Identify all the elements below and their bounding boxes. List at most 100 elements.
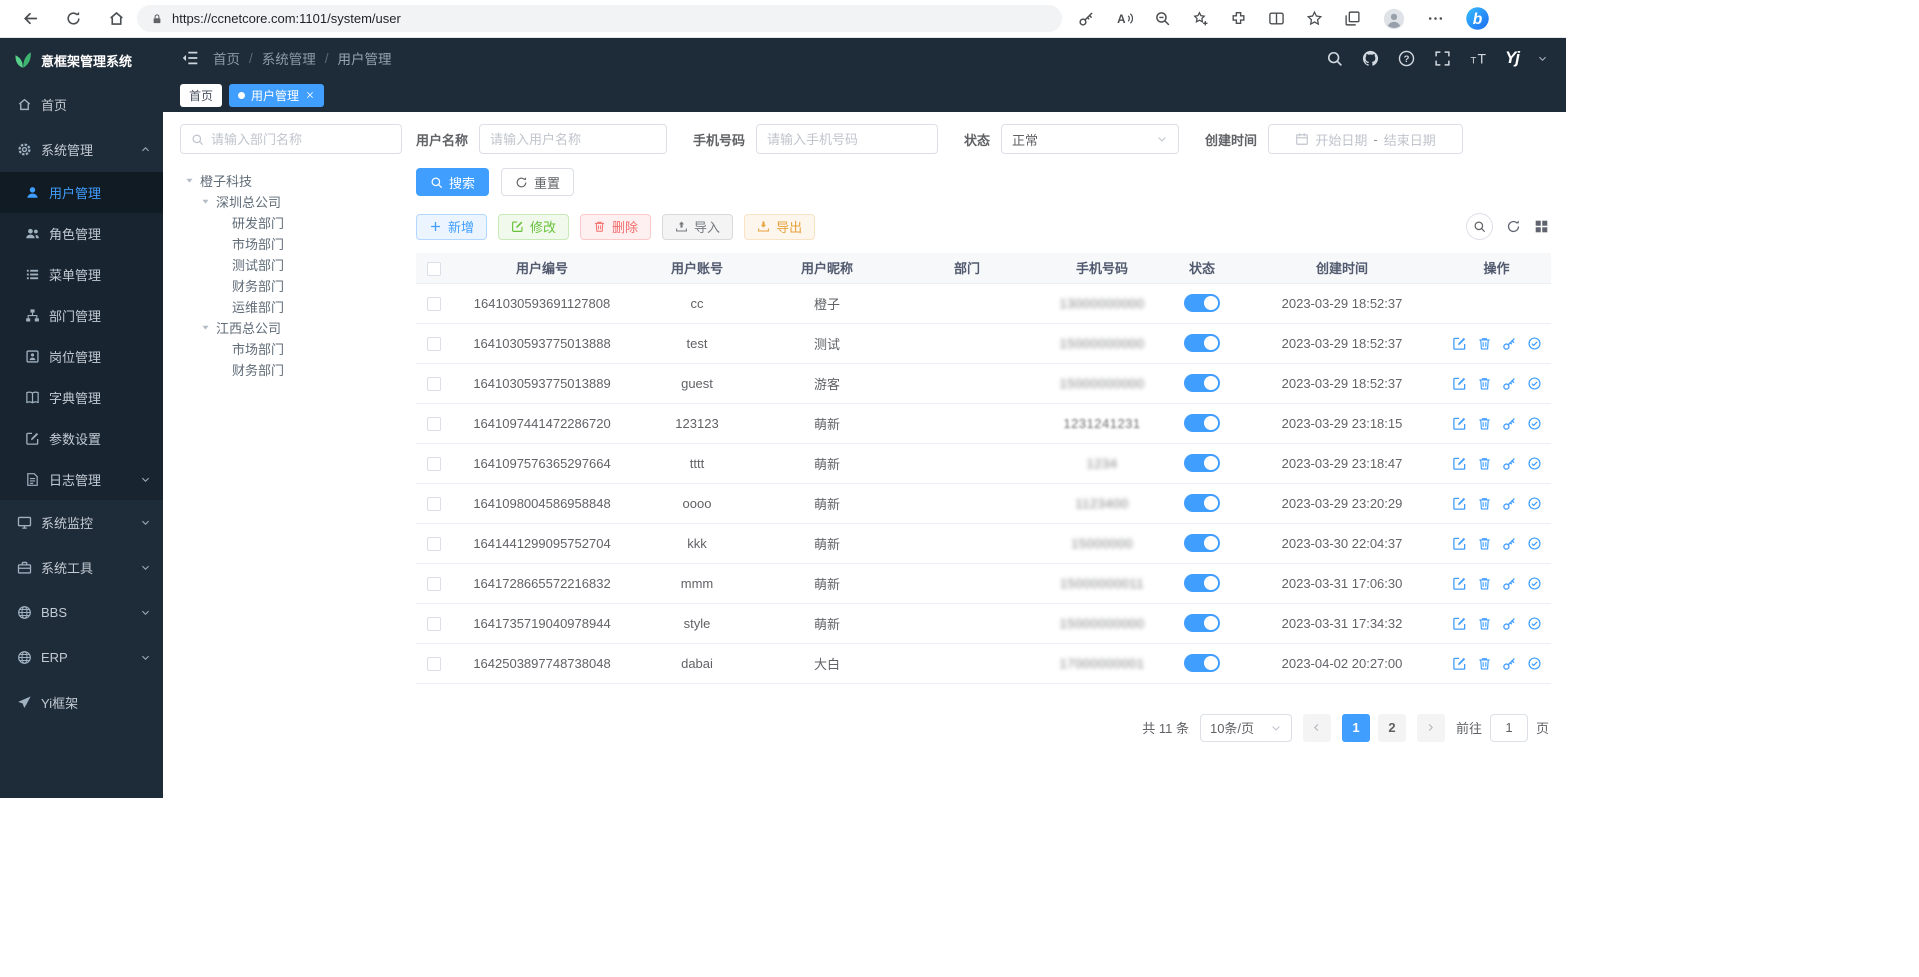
delete-action-icon[interactable] (1477, 456, 1492, 471)
delete-action-icon[interactable] (1477, 536, 1492, 551)
tab-home[interactable]: 首页 (180, 84, 222, 107)
assign-role-icon[interactable] (1527, 376, 1542, 391)
assign-role-icon[interactable] (1527, 336, 1542, 351)
delete-action-icon[interactable] (1477, 416, 1492, 431)
tree-node[interactable]: 市场部门 (180, 233, 402, 254)
assign-role-icon[interactable] (1527, 656, 1542, 671)
sidebar-item-home[interactable]: 首页 (0, 82, 163, 127)
row-checkbox[interactable] (427, 497, 441, 511)
sidebar-item-log-management[interactable]: 日志管理 (0, 459, 163, 500)
row-checkbox[interactable] (427, 337, 441, 351)
edit-action-icon[interactable] (1452, 496, 1467, 511)
row-checkbox[interactable] (427, 297, 441, 311)
sidebar-item-dept-management[interactable]: 部门管理 (0, 295, 163, 336)
row-checkbox[interactable] (427, 537, 441, 551)
user-avatar-logo[interactable]: Yj (1505, 48, 1519, 68)
tree-node[interactable]: 财务部门 (180, 359, 402, 380)
collections-icon[interactable] (1344, 10, 1361, 27)
tree-node[interactable]: 深圳总公司 (180, 191, 402, 212)
tree-node[interactable]: 橙子科技 (180, 170, 402, 191)
add-button[interactable]: 新增 (416, 214, 487, 240)
reset-password-icon[interactable] (1502, 376, 1517, 391)
delete-action-icon[interactable] (1477, 336, 1492, 351)
delete-button[interactable]: 删除 (580, 214, 651, 240)
puzzle-icon[interactable] (1230, 10, 1247, 27)
status-toggle[interactable] (1184, 614, 1220, 632)
tree-node[interactable]: 江西总公司 (180, 317, 402, 338)
sidebar-item-system-monitor[interactable]: 系统监控 (0, 500, 163, 545)
sidebar-item-system-management[interactable]: 系统管理 (0, 127, 163, 172)
assign-role-icon[interactable] (1527, 416, 1542, 431)
export-button[interactable]: 导出 (744, 214, 815, 240)
assign-role-icon[interactable] (1527, 576, 1542, 591)
question-icon[interactable]: ? (1398, 50, 1415, 67)
row-checkbox[interactable] (427, 657, 441, 671)
edit-action-icon[interactable] (1452, 376, 1467, 391)
reset-password-icon[interactable] (1502, 416, 1517, 431)
username-input[interactable] (490, 132, 656, 147)
reset-password-icon[interactable] (1502, 336, 1517, 351)
edit-action-icon[interactable] (1452, 656, 1467, 671)
fullscreen-icon[interactable] (1434, 50, 1451, 67)
row-checkbox[interactable] (427, 377, 441, 391)
row-checkbox[interactable] (427, 577, 441, 591)
tree-node[interactable]: 财务部门 (180, 275, 402, 296)
delete-action-icon[interactable] (1477, 656, 1492, 671)
tree-node[interactable]: 测试部门 (180, 254, 402, 275)
refresh-table-icon[interactable] (1506, 219, 1521, 234)
import-button[interactable]: 导入 (662, 214, 733, 240)
prev-page-button[interactable] (1303, 714, 1331, 742)
page-size-select[interactable]: 10条/页 (1200, 714, 1292, 742)
edit-action-icon[interactable] (1452, 616, 1467, 631)
reset-password-icon[interactable] (1502, 536, 1517, 551)
home-icon[interactable] (108, 10, 125, 27)
delete-action-icon[interactable] (1477, 616, 1492, 631)
sidebar-item-param-settings[interactable]: 参数设置 (0, 418, 163, 459)
create-time-range-picker[interactable]: 开始日期 - 结束日期 (1268, 124, 1463, 154)
github-icon[interactable] (1362, 50, 1379, 67)
status-toggle[interactable] (1184, 374, 1220, 392)
goto-page-input[interactable] (1490, 714, 1528, 742)
address-bar[interactable]: https://ccnetcore.com:1101/system/user (137, 5, 1062, 32)
status-toggle[interactable] (1184, 454, 1220, 472)
page-button-2[interactable]: 2 (1378, 714, 1406, 742)
modify-button[interactable]: 修改 (498, 214, 569, 240)
page-button-1[interactable]: 1 (1342, 714, 1370, 742)
tab-user-management[interactable]: 用户管理 (229, 84, 324, 107)
tree-node[interactable]: 市场部门 (180, 338, 402, 359)
sidebar-item-role-management[interactable]: 角色管理 (0, 213, 163, 254)
bing-icon[interactable]: b (1465, 6, 1490, 31)
assign-role-icon[interactable] (1527, 456, 1542, 471)
status-toggle[interactable] (1184, 654, 1220, 672)
more-icon[interactable] (1427, 10, 1444, 27)
assign-role-icon[interactable] (1527, 616, 1542, 631)
star-plus-icon[interactable] (1192, 10, 1209, 27)
delete-action-icon[interactable] (1477, 576, 1492, 591)
status-toggle[interactable] (1184, 334, 1220, 352)
assign-role-icon[interactable] (1527, 496, 1542, 511)
status-toggle[interactable] (1184, 574, 1220, 592)
delete-action-icon[interactable] (1477, 496, 1492, 511)
zoom-out-icon[interactable] (1154, 10, 1171, 27)
search-icon[interactable] (1326, 50, 1343, 67)
next-page-button[interactable] (1417, 714, 1445, 742)
breadcrumb-system[interactable]: 系统管理 (262, 48, 316, 68)
reset-button[interactable]: 重置 (501, 168, 574, 196)
sidebar-item-system-tools[interactable]: 系统工具 (0, 545, 163, 590)
assign-role-icon[interactable] (1527, 536, 1542, 551)
edit-action-icon[interactable] (1452, 576, 1467, 591)
chevron-down-icon[interactable] (1537, 53, 1548, 64)
sidebar-item-erp[interactable]: ERP (0, 635, 163, 680)
read-aloud-icon[interactable]: A (1116, 10, 1133, 27)
status-toggle[interactable] (1184, 414, 1220, 432)
status-toggle[interactable] (1184, 534, 1220, 552)
reload-icon[interactable] (65, 10, 82, 27)
reset-password-icon[interactable] (1502, 656, 1517, 671)
sidebar-item-dict-management[interactable]: 字典管理 (0, 377, 163, 418)
search-button[interactable]: 搜索 (416, 168, 489, 196)
row-checkbox[interactable] (427, 617, 441, 631)
reset-password-icon[interactable] (1502, 616, 1517, 631)
delete-action-icon[interactable] (1477, 376, 1492, 391)
phone-input[interactable] (767, 132, 927, 147)
sidebar-item-yi-framework[interactable]: Yi框架 (0, 680, 163, 725)
